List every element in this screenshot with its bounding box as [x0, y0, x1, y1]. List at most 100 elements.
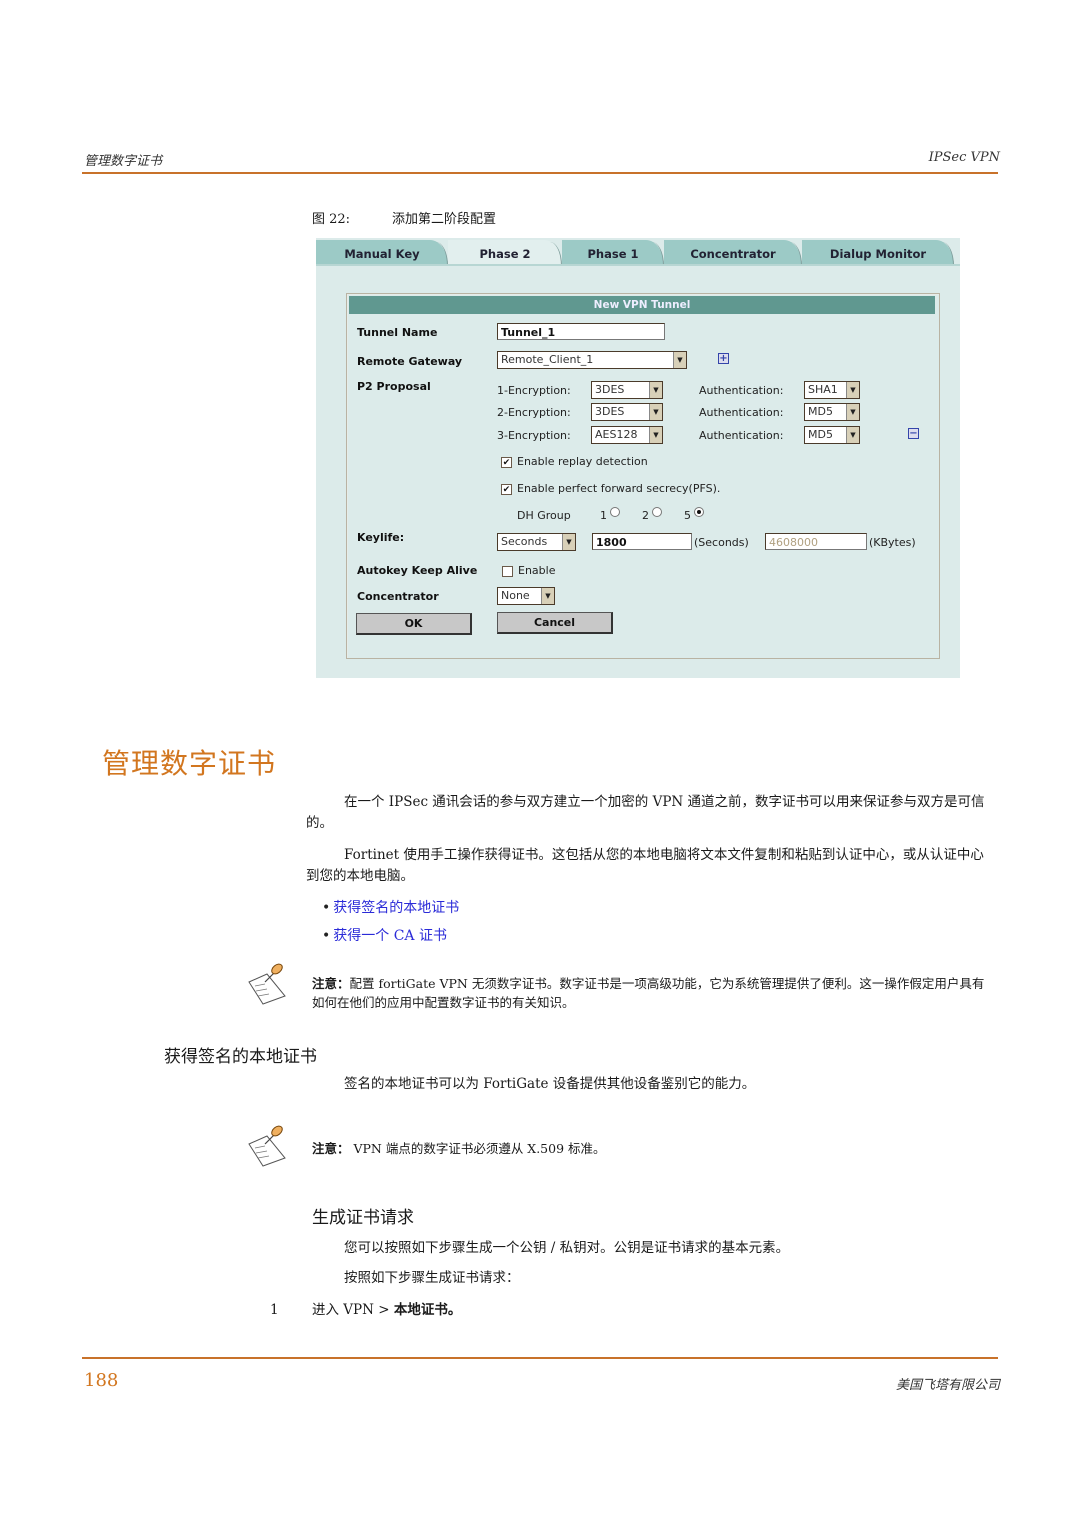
ok-button[interactable]: OK: [356, 613, 472, 635]
encryption-1-label: 1-Encryption:: [497, 384, 571, 397]
autokey-enable-checkbox[interactable]: [502, 566, 513, 577]
dh-group-1-radio[interactable]: [610, 507, 620, 517]
remote-gateway-select[interactable]: Remote_Client_1 ▼: [497, 351, 687, 369]
dh-group-2-radio[interactable]: [652, 507, 662, 517]
authentication-2-value: MD5: [808, 405, 833, 418]
p2-proposal-label: P2 Proposal: [357, 380, 431, 393]
section-paragraph-2: Fortinet 使用手工操作获得证书。这包括从您的本地电脑将文本文件复制和粘贴…: [306, 845, 996, 887]
dh-option-1-label: 1: [600, 509, 607, 522]
section-title: 管理数字证书: [102, 747, 277, 780]
autokey-keep-alive-label: Autokey Keep Alive: [357, 564, 478, 577]
tab-strip: Manual Key Phase 2 Phase 1 Concentrator …: [316, 238, 960, 266]
footer-rule: [82, 1357, 998, 1359]
bullet: •: [322, 900, 331, 916]
kbytes-suffix: (KBytes): [869, 536, 916, 549]
footer-company: 美国飞塔有限公司: [895, 1378, 1000, 1393]
keylife-unit-select[interactable]: Seconds ▼: [497, 533, 576, 551]
vpn-screenshot: Manual Key Phase 2 Phase 1 Concentrator …: [316, 238, 960, 678]
dropdown-arrow-icon: ▼: [846, 404, 859, 420]
header-rule: [82, 172, 998, 174]
dropdown-arrow-icon: ▼: [649, 382, 662, 398]
dh-group-label: DH Group: [517, 509, 571, 522]
seconds-suffix: (Seconds): [694, 536, 749, 549]
dh-option-2-label: 2: [642, 509, 649, 522]
note-pushpin-icon: [248, 963, 286, 1005]
encryption-2-label: 2-Encryption:: [497, 406, 571, 419]
dropdown-arrow-icon: ▼: [649, 427, 662, 443]
new-vpn-tunnel-panel: New VPN Tunnel Tunnel Name Tunnel_1 Remo…: [346, 293, 940, 659]
note-label: 注意：: [312, 976, 350, 991]
dropdown-arrow-icon: ▼: [541, 588, 554, 604]
figure-caption: 图 22: 添加第二阶段配置: [312, 208, 496, 227]
tunnel-name-label: Tunnel Name: [357, 326, 438, 339]
keylife-seconds-input[interactable]: 1800: [592, 533, 692, 550]
tab-strip-baseline: [316, 264, 960, 266]
subsubsection-paragraph-2: 按照如下步骤生成证书请求：: [306, 1268, 996, 1289]
link-text[interactable]: 获得一个 CA 证书: [333, 928, 447, 944]
paragraph-text: 按照如下步骤生成证书请求：: [344, 1270, 520, 1286]
subsection-title: 获得签名的本地证书: [164, 1047, 317, 1067]
link-text[interactable]: 获得签名的本地证书: [333, 900, 459, 916]
paragraph-text: 签名的本地证书可以为 FortiGate 设备提供其他设备鉴别它的能力。: [344, 1076, 756, 1092]
authentication-3-select[interactable]: MD5 ▼: [804, 426, 860, 444]
tab-dialup-monitor[interactable]: Dialup Monitor: [802, 240, 954, 266]
tab-phase-1[interactable]: Phase 1: [562, 240, 664, 266]
authentication-2-select[interactable]: MD5 ▼: [804, 403, 860, 421]
tab-manual-key[interactable]: Manual Key: [316, 240, 448, 266]
tab-phase-2[interactable]: Phase 2: [448, 240, 562, 266]
pfs-checkbox[interactable]: ✔: [501, 484, 512, 495]
concentrator-select[interactable]: None ▼: [497, 587, 555, 605]
step-menu-path: 本地证书。: [393, 1302, 462, 1318]
link-signed-local-cert[interactable]: • 获得签名的本地证书: [322, 897, 459, 917]
tab-concentrator[interactable]: Concentrator: [664, 240, 802, 266]
page-number: 188: [84, 1370, 119, 1391]
step-1: 1 进入 VPN > 本地证书。: [270, 1298, 461, 1318]
bullet: •: [322, 928, 331, 944]
note-label: 注意：: [312, 1141, 350, 1156]
encryption-3-select[interactable]: AES128 ▼: [591, 426, 663, 444]
authentication-1-select[interactable]: SHA1 ▼: [804, 381, 860, 399]
authentication-3-label: Authentication:: [699, 429, 784, 442]
concentrator-label: Concentrator: [357, 590, 439, 603]
pfs-label: Enable perfect forward secrecy(PFS).: [517, 482, 721, 495]
encryption-2-value: 3DES: [595, 405, 625, 418]
authentication-2-label: Authentication:: [699, 406, 784, 419]
figure-number: 图 22:: [312, 212, 351, 227]
note-text: VPN 端点的数字证书必须遵从 X.509 标准。: [349, 1141, 606, 1156]
dh-option-5-label: 5: [684, 509, 691, 522]
remove-proposal-minus-icon[interactable]: −: [908, 428, 919, 439]
encryption-1-value: 3DES: [595, 383, 625, 396]
panel-title: New VPN Tunnel: [349, 296, 935, 314]
dh-group-5-radio[interactable]: [694, 507, 704, 517]
concentrator-value: None: [501, 589, 530, 602]
note-text: 配置 fortiGate VPN 无须数字证书。数字证书是一项高级功能，它为系统…: [312, 976, 985, 1010]
keylife-kbytes-input[interactable]: 4608000: [765, 533, 867, 550]
subsubsection-title: 生成证书请求: [312, 1208, 414, 1228]
cancel-button[interactable]: Cancel: [497, 612, 613, 634]
add-gateway-plus-icon[interactable]: +: [718, 353, 729, 364]
keylife-unit-value: Seconds: [501, 535, 548, 548]
authentication-1-label: Authentication:: [699, 384, 784, 397]
dropdown-arrow-icon: ▼: [846, 427, 859, 443]
encryption-1-select[interactable]: 3DES ▼: [591, 381, 663, 399]
step-text: 进入 VPN >: [312, 1302, 394, 1318]
authentication-3-value: MD5: [808, 428, 833, 441]
replay-detection-checkbox[interactable]: ✔: [501, 457, 512, 468]
remote-gateway-value: Remote_Client_1: [501, 353, 594, 366]
authentication-1-value: SHA1: [808, 383, 838, 396]
subsubsection-paragraph-1: 您可以按照如下步骤生成一个公钥 / 私钥对。公钥是证书请求的基本元素。: [306, 1238, 996, 1259]
link-ca-cert[interactable]: • 获得一个 CA 证书: [322, 925, 447, 945]
encryption-3-label: 3-Encryption:: [497, 429, 571, 442]
note-pushpin-icon: [248, 1125, 286, 1167]
remote-gateway-label: Remote Gateway: [357, 355, 463, 368]
figure-caption-text: 添加第二阶段配置: [392, 212, 497, 227]
dropdown-arrow-icon: ▼: [846, 382, 859, 398]
replay-detection-label: Enable replay detection: [517, 455, 648, 468]
encryption-2-select[interactable]: 3DES ▼: [591, 403, 663, 421]
tunnel-name-input[interactable]: Tunnel_1: [497, 323, 665, 340]
running-header-left: 管理数字证书: [84, 154, 163, 169]
note-1: 注意：配置 fortiGate VPN 无须数字证书。数字证书是一项高级功能，它…: [312, 974, 994, 1012]
encryption-3-value: AES128: [595, 428, 638, 441]
autokey-enable-label: Enable: [518, 564, 556, 577]
note-2: 注意： VPN 端点的数字证书必须遵从 X.509 标准。: [312, 1139, 606, 1158]
